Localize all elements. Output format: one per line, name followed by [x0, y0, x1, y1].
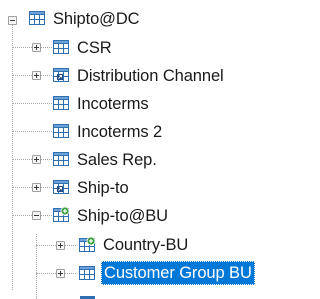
- expand-toggle[interactable]: [32, 71, 41, 80]
- table-icon: [79, 266, 95, 280]
- table-icon: [53, 40, 69, 54]
- tree-connector: [36, 234, 37, 299]
- tree-connector: [12, 103, 52, 104]
- tree-node-csr[interactable]: CSR: [74, 36, 115, 60]
- tree-node-shipto-dc[interactable]: Shipto@DC: [50, 7, 142, 31]
- expand-toggle[interactable]: [56, 241, 65, 250]
- tree-node-distribution-channel[interactable]: Distribution Channel: [74, 64, 227, 88]
- tree-node-ship-to[interactable]: Ship-to: [74, 176, 132, 200]
- table-icon: [53, 152, 69, 166]
- table-icon: [29, 11, 45, 25]
- table-icon: [53, 96, 69, 110]
- tree-node-sales-rep[interactable]: Sales Rep.: [74, 148, 160, 172]
- table-icon: [53, 124, 69, 138]
- tree-connector: [12, 22, 13, 290]
- linked-table-icon: [53, 180, 69, 194]
- expand-toggle[interactable]: [32, 43, 41, 52]
- tree-node-incoterms-2[interactable]: Incoterms 2: [74, 120, 165, 144]
- expand-toggle[interactable]: [32, 183, 41, 192]
- expand-toggle[interactable]: [32, 155, 41, 164]
- tree-node-customer-group-bu[interactable]: Customer Group BU: [101, 261, 255, 285]
- collapse-toggle[interactable]: [8, 16, 17, 25]
- tree-connector: [12, 131, 52, 132]
- tree-node-ship-to-bu[interactable]: Ship-to@BU: [74, 204, 171, 228]
- expand-toggle[interactable]: [56, 269, 65, 278]
- linked-table-icon: [53, 68, 69, 82]
- collapse-toggle[interactable]: [32, 211, 41, 220]
- tree-node-country-bu[interactable]: Country-BU: [100, 233, 191, 257]
- table-green-icon: [53, 206, 70, 222]
- table-green-icon: [79, 236, 96, 252]
- tree-view: Shipto@DC CSR Distribution Channel Incot…: [0, 0, 284, 299]
- tree-node-incoterms[interactable]: Incoterms: [74, 92, 152, 116]
